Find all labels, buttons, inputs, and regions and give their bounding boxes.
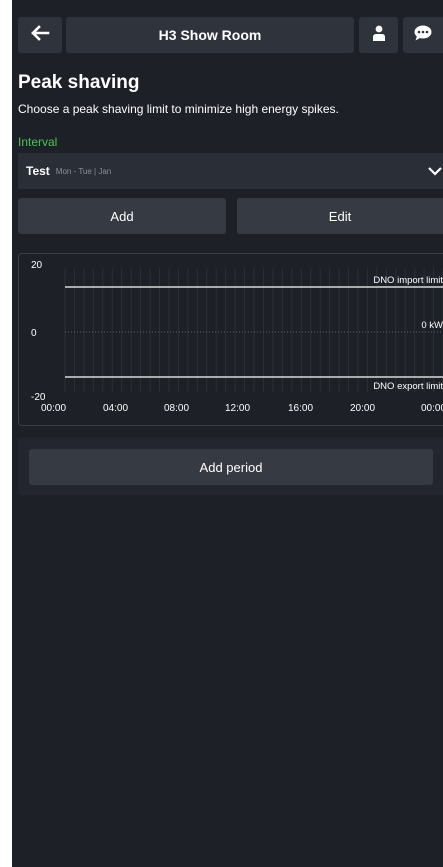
chat-bubble-icon (414, 25, 432, 46)
chart-annotation: DNO import limit (373, 275, 443, 286)
user-icon (372, 25, 386, 46)
y-tick-label: 20 (31, 260, 43, 271)
x-tick-label: 00:00 (421, 403, 443, 414)
y-tick-label: 0 (31, 328, 37, 339)
period-panel: Add period (18, 437, 443, 495)
site-title: H3 Show Room (158, 27, 262, 43)
add-button[interactable]: Add (18, 198, 226, 234)
edit-button[interactable]: Edit (237, 198, 443, 234)
interval-detail: Mon - Tue | Jan (55, 166, 112, 176)
page-title: Peak shaving (18, 72, 140, 93)
back-button[interactable] (18, 17, 62, 53)
add-period-button[interactable]: Add period (29, 449, 433, 485)
chart-annotation: 0 kW (421, 320, 443, 331)
interval-select[interactable]: Test Mon - Tue | Jan (18, 153, 443, 189)
chat-button[interactable] (403, 17, 443, 53)
interval-label: Interval (18, 135, 58, 149)
chevron-down-icon (427, 164, 443, 183)
chart-canvas: 20 0 -20 DNO import limit 0 kW DNO export lim… (31, 260, 443, 414)
y-tick-label: -20 (31, 392, 46, 403)
add-button-label: Add (110, 208, 134, 224)
x-tick-label: 20:00 (350, 403, 375, 414)
x-tick-label: 00:00 (41, 403, 66, 414)
interval-name: Test (26, 164, 50, 178)
x-tick-label: 08:00 (164, 403, 189, 414)
x-tick-label: 04:00 (103, 403, 128, 414)
chart-annotation: DNO export limit (373, 381, 443, 392)
x-tick-label: 12:00 (225, 403, 250, 414)
user-button[interactable] (359, 17, 398, 53)
app-screen: H3 Show Room Peak shaving Choose a peak … (12, 0, 443, 867)
x-tick-label: 16:00 (288, 403, 313, 414)
page-subtitle: Choose a peak shaving limit to minimize … (18, 102, 339, 116)
edit-button-label: Edit (328, 208, 352, 224)
peak-shaving-chart: 20 0 -20 DNO import limit 0 kW DNO export lim… (18, 253, 443, 426)
site-title-button[interactable]: H3 Show Room (66, 17, 354, 53)
add-period-label: Add period (199, 459, 263, 475)
arrow-left-icon (30, 24, 50, 46)
